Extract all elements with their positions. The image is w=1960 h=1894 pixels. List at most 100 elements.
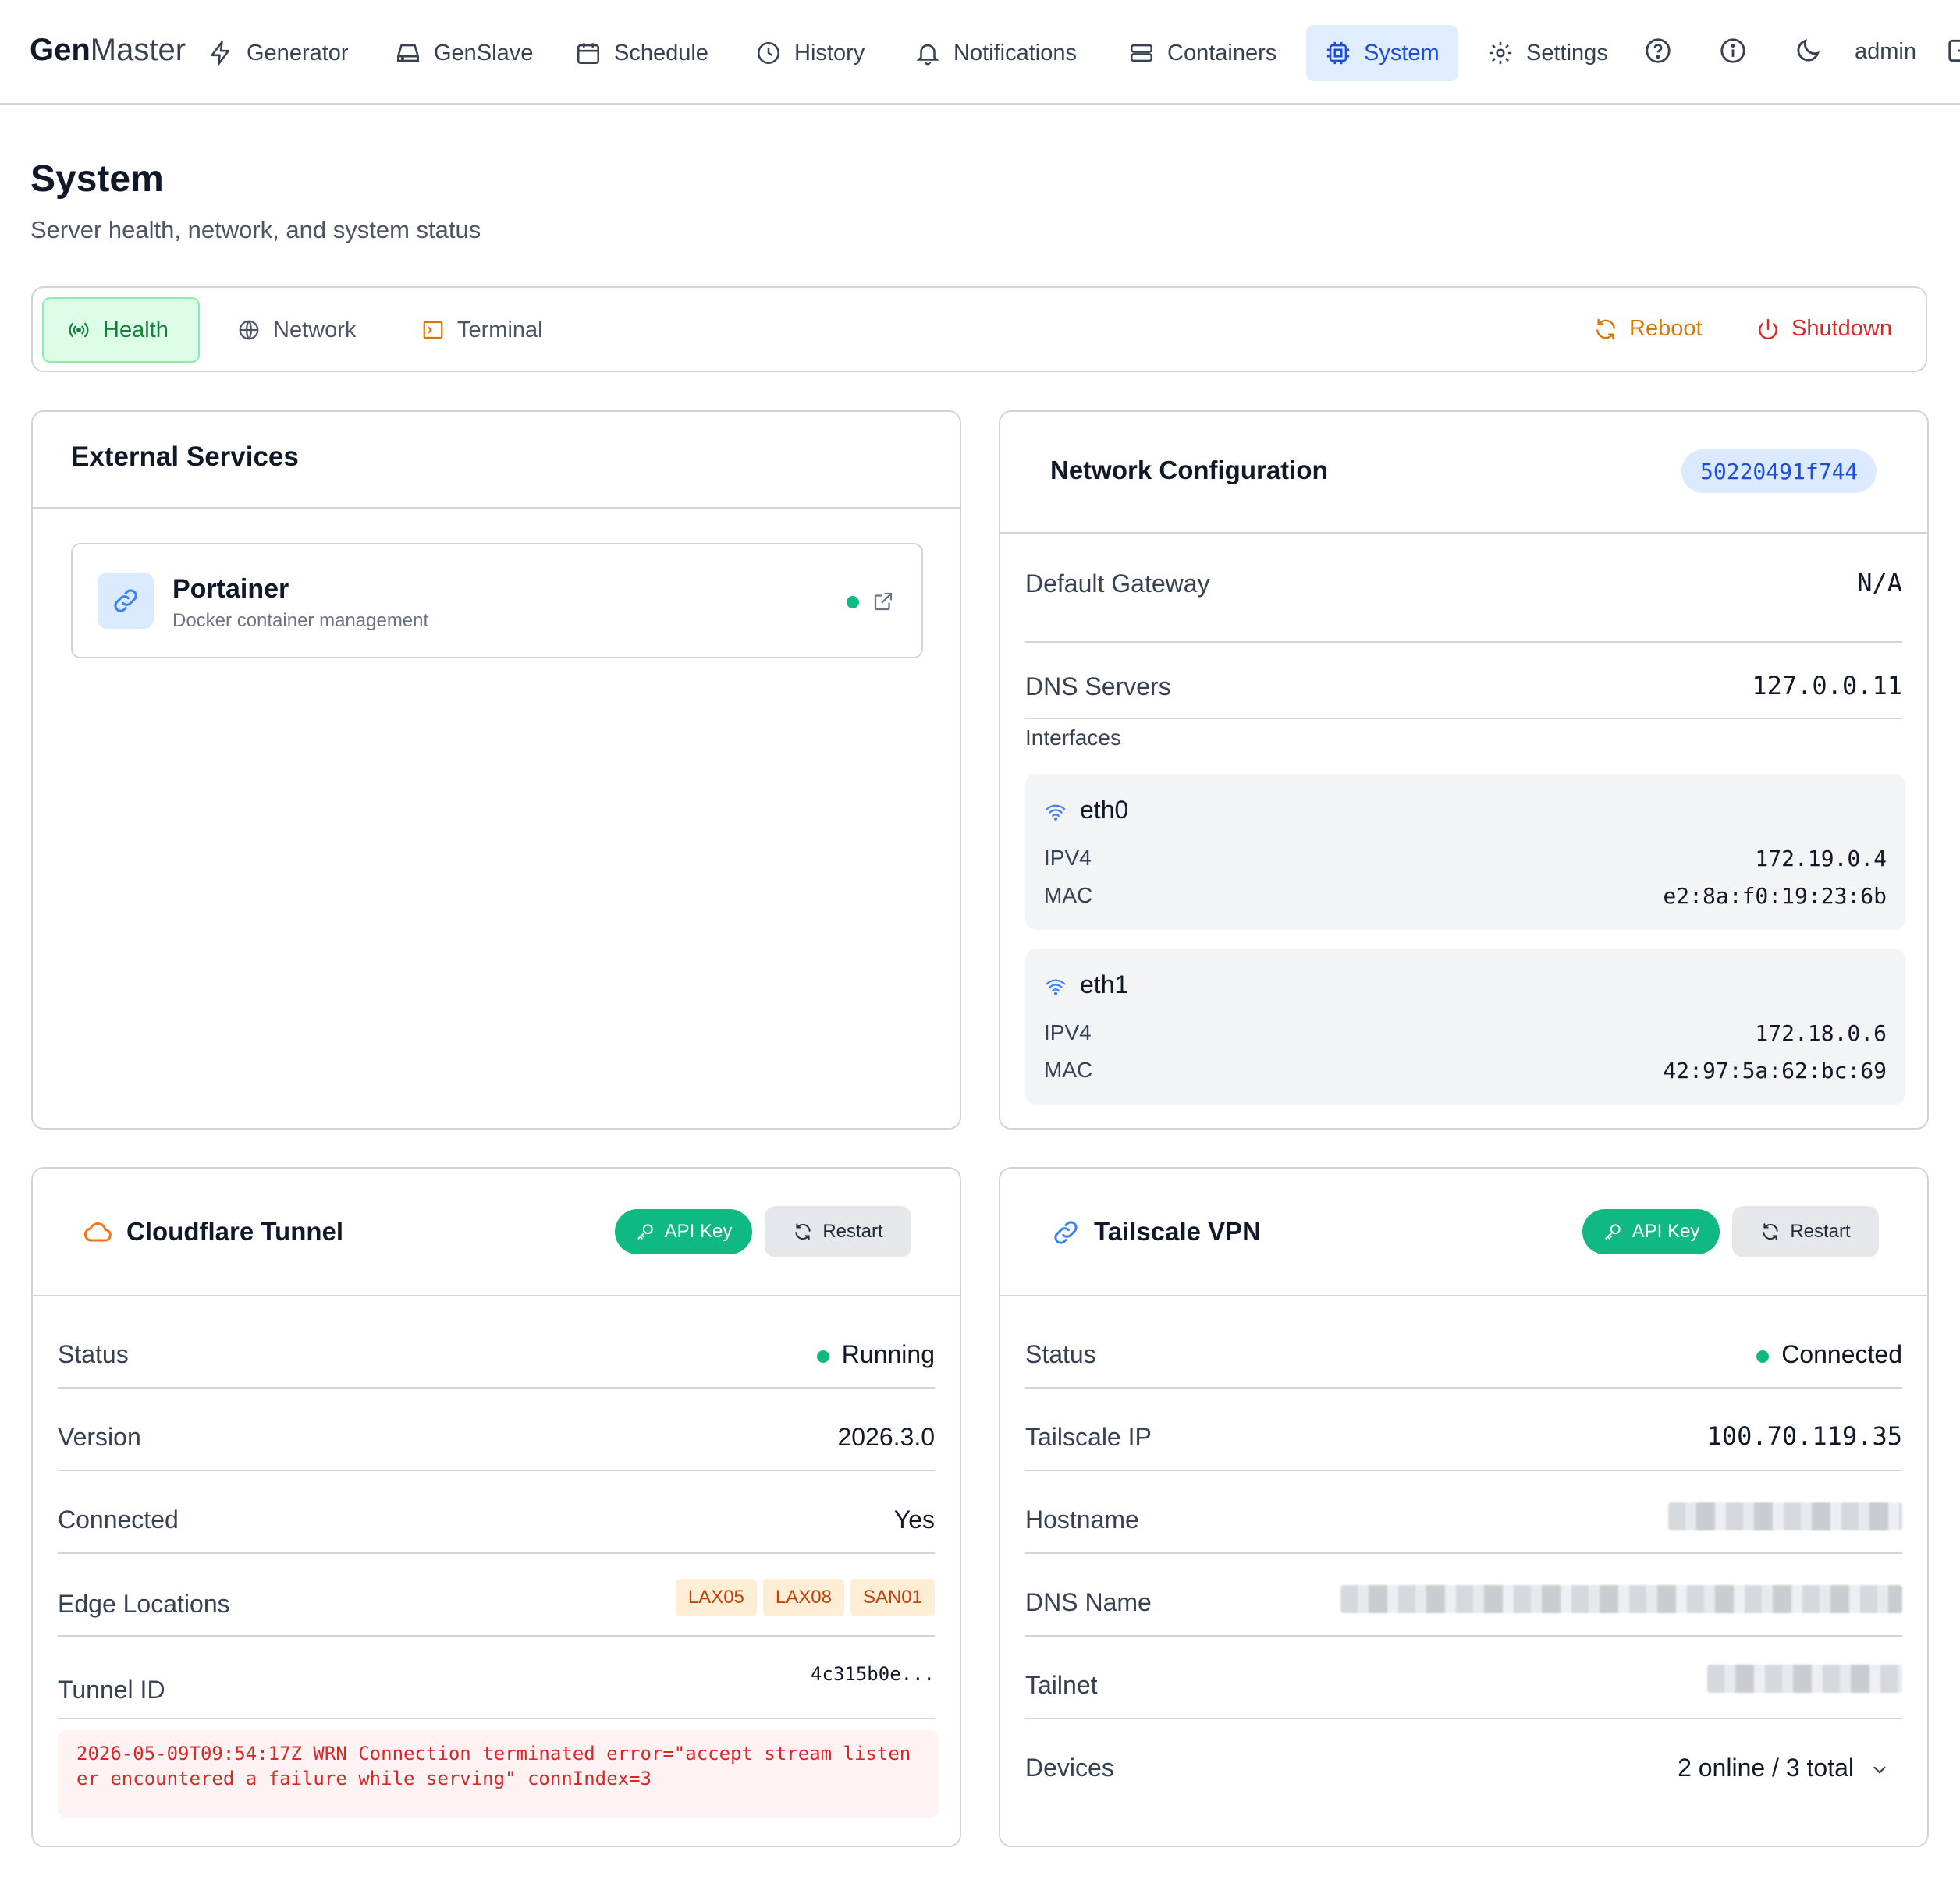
nav-item-label: GenSlave (434, 40, 534, 66)
button-label: API Key (1632, 1221, 1700, 1242)
devices-toggle[interactable]: 2 online / 3 total (1678, 1754, 1890, 1782)
bell-icon (916, 44, 939, 66)
nav-item-settings[interactable]: Settings (1487, 25, 1608, 81)
ipv4-value: 172.18.0.6 (1755, 1020, 1887, 1046)
interface-card: eth0 IPV4 172.19.0.4 MAC e2:8a:f0:19:23:… (1025, 774, 1905, 930)
service-status-dot (847, 596, 859, 608)
nav-item-schedule[interactable]: Schedule (575, 25, 708, 81)
card-header: Cloudflare Tunnel API Key Restart (33, 1169, 960, 1296)
row-label: Connected (58, 1506, 179, 1534)
info-icon[interactable] (1718, 36, 1748, 66)
row-label: Default Gateway (1025, 569, 1210, 598)
service-portainer[interactable]: Portainer Docker container management (71, 543, 923, 658)
card-title: Network Configuration (1050, 456, 1328, 484)
bolt-icon (211, 41, 230, 66)
nav-item-genslave[interactable]: GenSlave (395, 25, 533, 81)
nav-item-history[interactable]: History (755, 25, 865, 81)
row-label: Status (1025, 1340, 1096, 1368)
row-value: 127.0.0.11 (1752, 671, 1902, 700)
row-label: Version (58, 1423, 141, 1451)
redacted-value (1340, 1585, 1902, 1613)
status-value: Connected (1756, 1340, 1902, 1369)
edge-badge: LAX05 (675, 1579, 757, 1616)
hard-drive-icon (396, 44, 420, 62)
nav-item-notifications[interactable]: Notifications (914, 25, 1077, 81)
status-text: Connected (1781, 1340, 1902, 1368)
gear-icon (1489, 41, 1512, 65)
shutdown-button[interactable]: Shutdown (1756, 316, 1892, 342)
external-services-card: External Services Portainer Docker conta… (31, 410, 961, 1130)
external-link-icon[interactable] (872, 590, 895, 613)
api-key-button[interactable]: API Key (615, 1209, 752, 1254)
row-value: N/A (1857, 568, 1902, 598)
cpu-icon (1326, 41, 1350, 65)
radio-signal-icon (69, 322, 89, 338)
power-icon (1759, 318, 1777, 339)
redacted-value (1668, 1502, 1902, 1530)
network-config-card: Network Configuration 50220491f744 Defau… (999, 410, 1929, 1130)
page-subtitle: Server health, network, and system statu… (30, 216, 481, 243)
restart-button[interactable]: Restart (1732, 1206, 1879, 1257)
status-value: Running (816, 1340, 935, 1369)
row-value: 2026.3.0 (837, 1423, 935, 1451)
dns-servers-row: DNS Servers 127.0.0.11 (1025, 643, 1902, 719)
redacted-value (1707, 1665, 1902, 1693)
shutdown-label: Shutdown (1791, 316, 1892, 341)
nav-item-system[interactable]: System (1306, 25, 1458, 81)
dns-name-row: DNS Name (1025, 1554, 1902, 1637)
interface-name: eth1 (1080, 970, 1129, 998)
wifi-icon (1046, 979, 1066, 995)
tab-health[interactable]: Health (42, 297, 200, 363)
tab-label: Network (273, 317, 357, 342)
edge-locations-row: Edge Locations LAX05 LAX08 SAN01 (58, 1554, 935, 1637)
status-dot (816, 1350, 829, 1363)
key-icon (1604, 1224, 1621, 1240)
user-menu[interactable]: admin (1855, 39, 1916, 65)
tailscale-vpn-card: Tailscale VPN API Key Restart Status Con… (999, 1167, 1929, 1847)
ipv4-label: IPV4 (1044, 846, 1092, 870)
row-value: 100.70.119.35 (1706, 1421, 1902, 1451)
server-icon (1130, 44, 1153, 62)
tab-network[interactable]: Network (237, 297, 356, 363)
error-log: 2026-05-09T09:54:17Z WRN Connection term… (58, 1730, 939, 1818)
tailnet-row: Tailnet (1025, 1637, 1902, 1719)
card-header: External Services (33, 412, 960, 509)
nav-item-containers[interactable]: Containers (1128, 25, 1276, 81)
nav-item-label: Containers (1167, 40, 1277, 66)
moon-icon[interactable] (1793, 36, 1823, 66)
reboot-label: Reboot (1629, 316, 1703, 341)
card-title: Tailscale VPN (1094, 1217, 1262, 1246)
card-header: Tailscale VPN API Key Restart (1000, 1169, 1927, 1296)
logout-icon[interactable] (1946, 36, 1960, 66)
nav-item-generator[interactable]: Generator (208, 25, 349, 81)
api-key-button[interactable]: API Key (1582, 1209, 1720, 1254)
clock-icon (757, 41, 780, 65)
row-label: Hostname (1025, 1506, 1139, 1534)
mac-label: MAC (1044, 1058, 1093, 1082)
refresh-icon (795, 1223, 811, 1240)
restart-button[interactable]: Restart (765, 1206, 911, 1257)
nav-item-label: System (1364, 40, 1440, 66)
reboot-button[interactable]: Reboot (1593, 316, 1703, 342)
edge-badge: LAX08 (762, 1579, 844, 1616)
interfaces-label: Interfaces (1025, 725, 1121, 750)
row-label: Tunnel ID (58, 1676, 165, 1704)
tab-label: Health (103, 317, 169, 342)
service-name: Portainer (172, 574, 289, 604)
top-navbar: GenMaster Generator GenSlave Schedule Hi… (0, 0, 1960, 105)
mac-label: MAC (1044, 883, 1093, 907)
wifi-icon (1046, 804, 1066, 821)
globe-icon (239, 320, 259, 340)
ipv4-value: 172.19.0.4 (1755, 846, 1887, 871)
app-logo[interactable]: GenMaster (30, 33, 186, 68)
row-label: Status (58, 1340, 129, 1368)
tab-terminal[interactable]: Terminal (421, 297, 543, 363)
devices-row[interactable]: Devices 2 online / 3 total (1025, 1719, 1902, 1802)
interface-name: eth0 (1080, 796, 1129, 824)
button-label: Restart (822, 1221, 883, 1242)
help-icon[interactable] (1643, 36, 1673, 66)
calendar-icon (577, 43, 600, 65)
cloudflare-tunnel-card: Cloudflare Tunnel API Key Restart Status… (31, 1167, 961, 1847)
nav-item-label: Schedule (614, 40, 708, 66)
row-label: Tailscale IP (1025, 1423, 1152, 1451)
